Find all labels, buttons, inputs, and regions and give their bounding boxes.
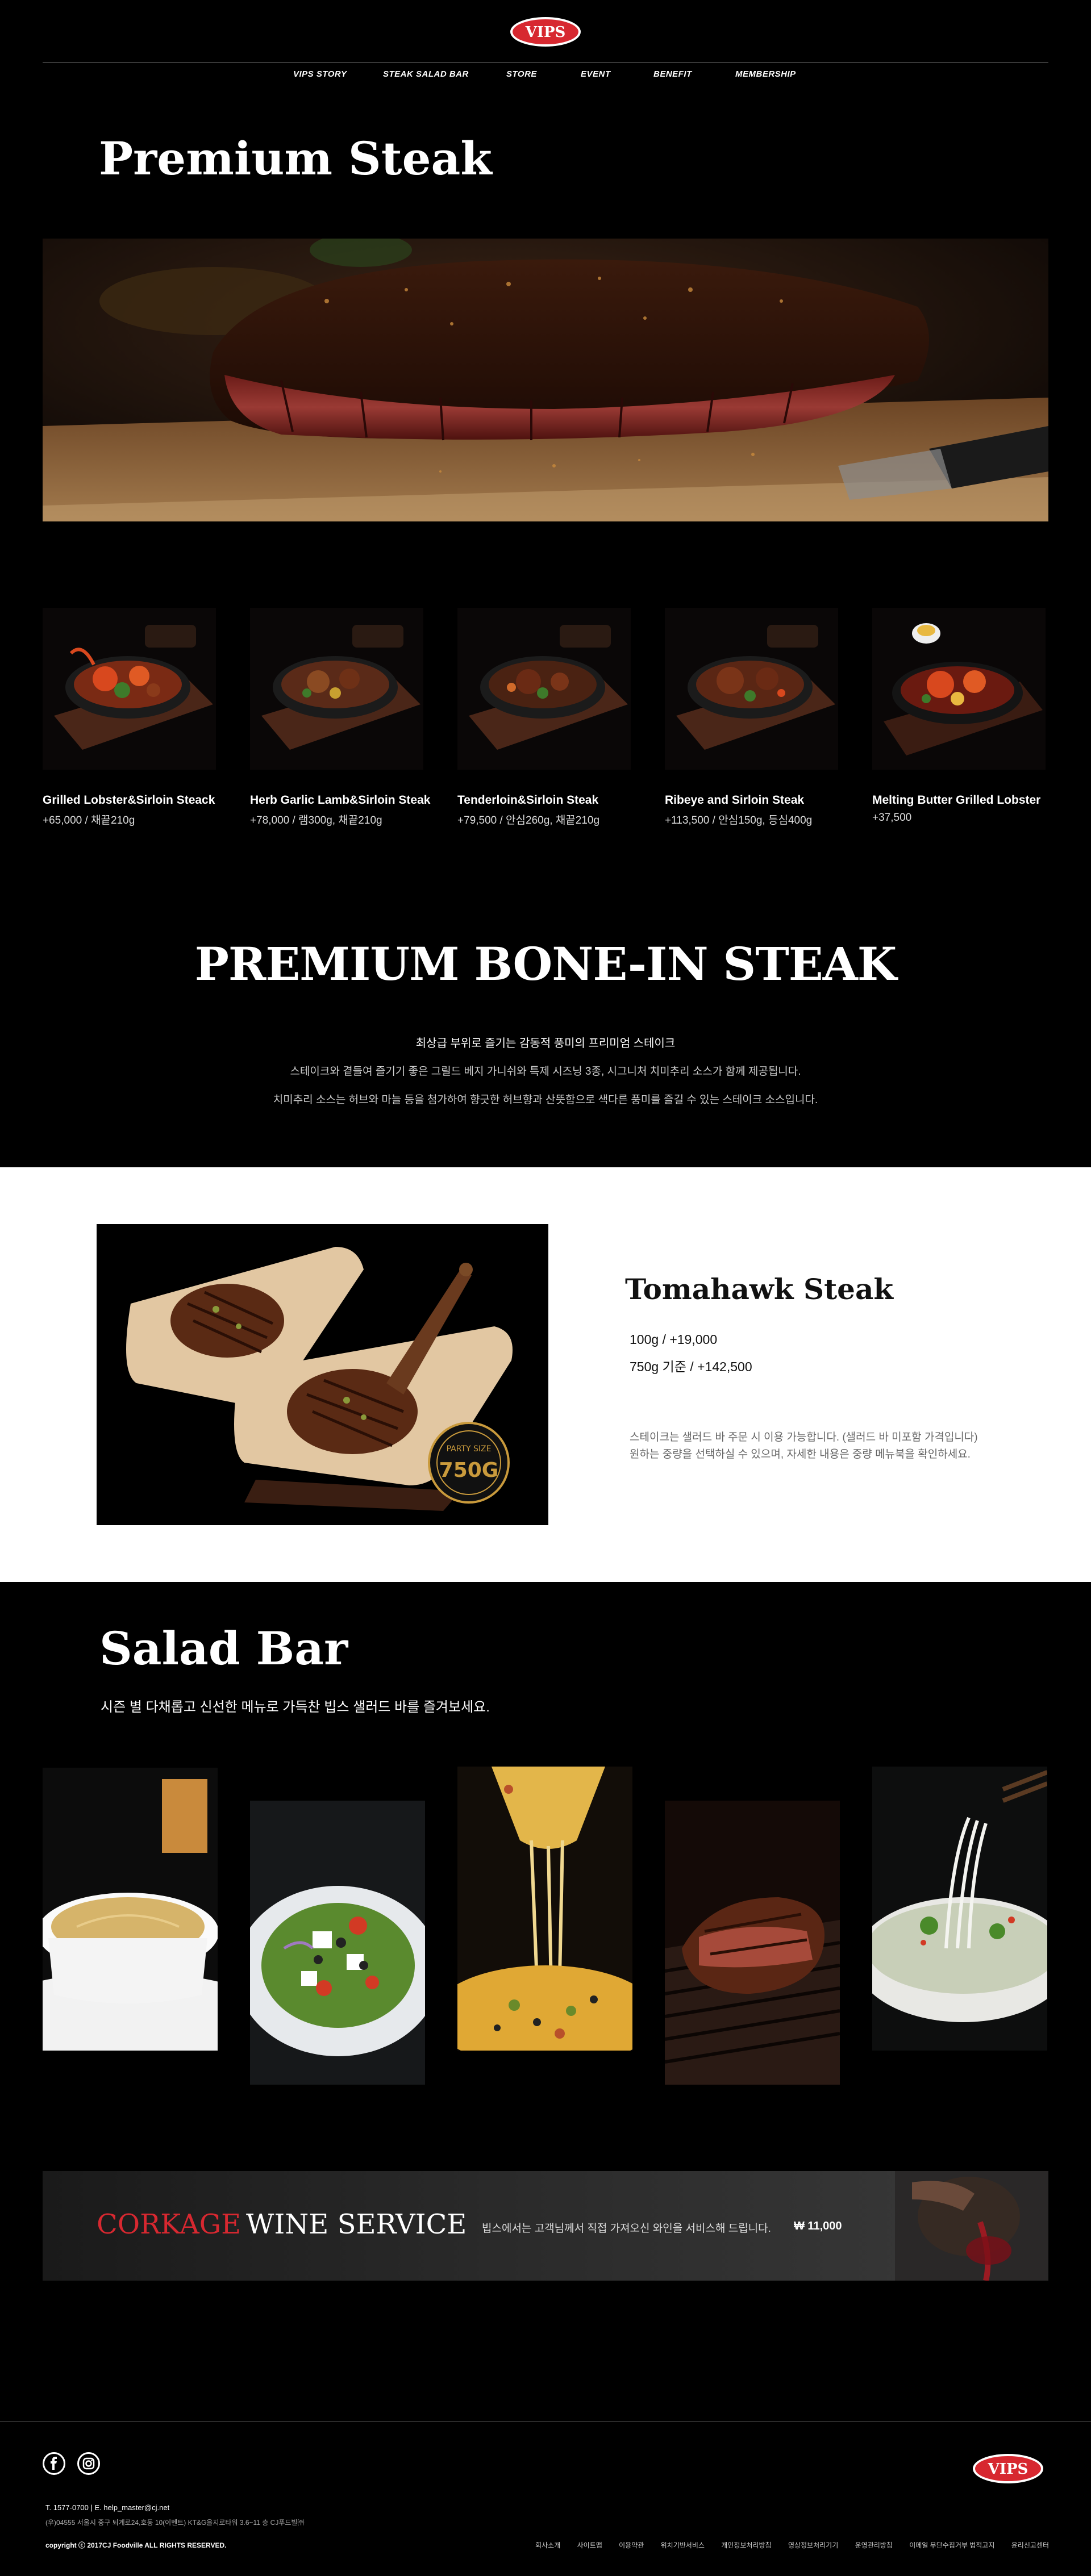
menu-price: +79,500 / 안심260g, 채끝210g	[457, 815, 600, 826]
corkage-price: ₩ 11,000	[794, 2220, 842, 2232]
menu-card-ribeye-sirloin[interactable]: Ribeye and Sirloin Steak +113,500 / 안심15…	[665, 608, 838, 827]
menu-image	[457, 608, 631, 770]
logo-text: VIPS	[525, 24, 566, 41]
menu-card-lobster-sirloin[interactable]: Grilled Lobster&Sirloin Steack +65,000 /…	[43, 608, 216, 827]
tomahawk-title: Tomahawk Steak	[625, 1272, 894, 1306]
menu-name: Melting Butter Grilled Lobster	[872, 794, 1041, 807]
menu-price: +37,500	[872, 812, 912, 824]
salad-image-greek-salad	[250, 1801, 425, 2085]
menu-card-tenderloin-sirloin[interactable]: Tenderloin&Sirloin Steak +79,500 / 안심260…	[457, 608, 631, 827]
footer-contact: T. 1577-0700 | E. help_master@cj.net	[45, 2503, 170, 2512]
instagram-icon[interactable]	[77, 2452, 100, 2475]
salad-image-grilled-steak	[665, 1801, 840, 2085]
party-size-badge-value: 750G	[439, 1459, 499, 1482]
menu-name: Tenderloin&Sirloin Steak	[457, 794, 599, 807]
salad-image-soup	[43, 1768, 218, 2051]
party-size-badge-top: PARTY SIZE	[447, 1444, 492, 1454]
menu-image	[665, 608, 838, 770]
corkage-title-red: CORKAGE	[97, 2208, 241, 2240]
footer-link[interactable]: 이메일 무단수집거부 법적고지	[909, 2541, 994, 2549]
corkage-description: 빕스에서는 고객님께서 직접 가져오신 와인을 서비스해 드립니다.	[482, 2223, 771, 2235]
footer-link[interactable]: 이용약관	[619, 2541, 644, 2549]
footer-link[interactable]: 사이트맵	[577, 2541, 602, 2549]
corkage-title-white: WINE SERVICE	[246, 2208, 467, 2240]
bone-in-description: 최상급 부위로 즐기는 감동적 풍미의 프리미엄 스테이크 스테이크와 곁들여 …	[0, 1037, 1091, 1122]
hero-steak-image	[43, 239, 1048, 521]
wine-glass-image	[895, 2171, 1048, 2281]
bone-in-line: 치미추리 소스는 허브와 마늘 등을 첨가하여 향긋한 허브향과 산뜻함으로 색…	[273, 1094, 818, 1106]
premium-steak-title: Premium Steak	[99, 132, 492, 185]
footer-link[interactable]: 개인정보처리방침	[721, 2541, 771, 2549]
menu-name: Grilled Lobster&Sirloin Steack	[43, 794, 215, 807]
bone-in-title: PREMIUM BONE-IN STEAK	[194, 937, 897, 991]
tomahawk-desc-line: 원하는 중량을 선택하실 수 있으며, 자세한 내용은 중량 메뉴북을 확인하세…	[630, 1448, 971, 1460]
footer-links: 회사소개 사이트맵 이용약관 위치기반서비스 개인정보처리방침 영상정보처리기기…	[520, 2540, 1049, 2550]
nav-benefit[interactable]: BENEFIT	[653, 69, 692, 79]
tomahawk-image: PARTY SIZE 750G	[97, 1224, 548, 1525]
footer-link[interactable]: 위치기반서비스	[661, 2541, 705, 2549]
menu-price: +78,000 / 램300g, 채끝210g	[250, 815, 382, 826]
salad-image-pizza	[457, 1767, 632, 2051]
tomahawk-price-750g: 750g 기준 / +142,500	[630, 1359, 752, 1374]
nav-event[interactable]: EVENT	[581, 69, 611, 79]
menu-price: +65,000 / 채끝210g	[43, 815, 135, 826]
salad-bar-title: Salad Bar	[99, 1622, 348, 1675]
footer-link[interactable]: 영상정보처리기기	[788, 2541, 838, 2549]
nav-steak-salad-bar[interactable]: STEAK SALAD BAR	[383, 69, 469, 79]
salad-image-noodle-soup	[872, 1767, 1047, 2051]
footer-copyright: copyright ⓒ 2017CJ Foodville ALL RIGHTS …	[45, 2541, 227, 2549]
vips-logo[interactable]: VIPS	[509, 16, 582, 48]
menu-name: Ribeye and Sirloin Steak	[665, 794, 805, 807]
menu-card-butter-lobster[interactable]: Melting Butter Grilled Lobster +37,500	[872, 608, 1046, 824]
corkage-banner[interactable]: CORKAGE WINE SERVICE 빕스에서는 고객님께서 직접 가져오신…	[43, 2171, 1048, 2281]
menu-image	[43, 608, 216, 770]
footer-vips-logo[interactable]: VIPS	[972, 2453, 1044, 2485]
nav-store[interactable]: STORE	[506, 69, 537, 79]
facebook-icon[interactable]	[43, 2452, 65, 2475]
footer-address: (우)04555 서울시 중구 퇴계로24,호동 10(이벤트) KT&G을지로…	[45, 2519, 305, 2527]
salad-bar-subtitle: 시즌 별 다채롭고 신선한 메뉴로 가득찬 빕스 샐러드 바를 즐겨보세요.	[101, 1700, 490, 1715]
menu-name: Herb Garlic Lamb&Sirloin Steak	[250, 794, 431, 807]
tomahawk-section: PARTY SIZE 750G Tomahawk Steak 100g / +1…	[0, 1167, 1091, 1582]
nav-vips-story[interactable]: VIPS STORY	[293, 69, 347, 79]
main-nav: VIPS STORY STEAK SALAD BAR STORE EVENT B…	[0, 69, 1091, 83]
bone-in-line: 스테이크와 곁들여 즐기기 좋은 그릴드 베지 가니쉬와 특제 시즈닝 3종, …	[290, 1066, 801, 1078]
tomahawk-price-100g: 100g / +19,000	[630, 1332, 718, 1347]
footer-link[interactable]: 회사소개	[535, 2541, 560, 2549]
menu-price: +113,500 / 안심150g, 등심400g	[665, 815, 813, 826]
menu-image	[250, 608, 423, 770]
menu-image	[872, 608, 1046, 770]
footer-link[interactable]: 운영관리방침	[855, 2541, 893, 2549]
footer-logo-text: VIPS	[988, 2461, 1028, 2478]
menu-card-lamb-sirloin[interactable]: Herb Garlic Lamb&Sirloin Steak +78,000 /…	[250, 608, 431, 827]
nav-membership[interactable]: MEMBERSHIP	[735, 69, 796, 79]
tomahawk-desc-line: 스테이크는 샐러드 바 주문 시 이용 가능합니다. (샐러드 바 미포함 가격…	[630, 1431, 978, 1443]
site-header: VIPS VIPS STORY STEAK SALAD BAR STORE EV…	[0, 0, 1091, 91]
footer-link[interactable]: 윤리신고센터	[1011, 2541, 1049, 2549]
bone-in-line: 최상급 부위로 즐기는 감동적 풍미의 프리미엄 스테이크	[415, 1037, 676, 1050]
